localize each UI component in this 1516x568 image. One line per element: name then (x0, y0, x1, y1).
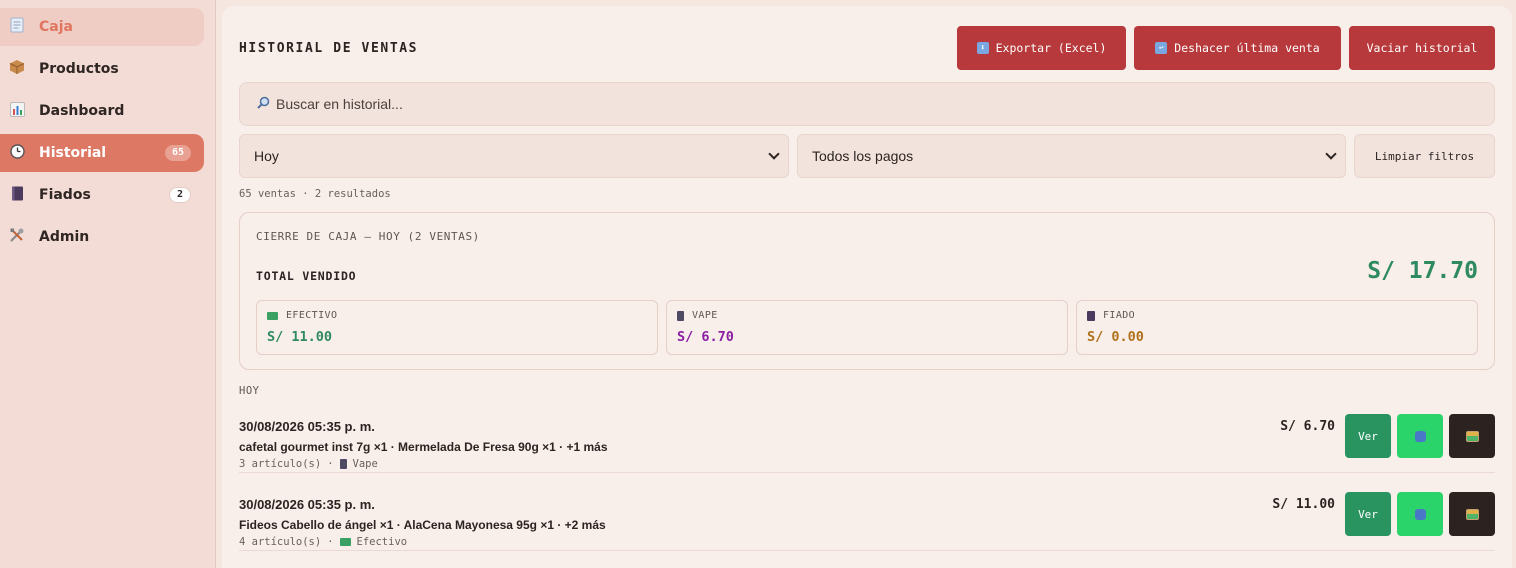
sale-row: 30/08/2026 05:35 p. m. Fideos Cabello de… (239, 489, 1495, 551)
notebook-icon (1087, 310, 1095, 321)
receipt-image-button[interactable] (1449, 414, 1495, 458)
undo-sale-button[interactable]: ↩ Deshacer última venta (1134, 26, 1341, 70)
group-label: HOY (239, 385, 260, 397)
package-icon (8, 59, 26, 79)
main-panel: HISTORIAL DE VENTAS ⬇ Exportar (Excel) ↩… (222, 6, 1512, 568)
whatsapp-share-button[interactable] (1397, 414, 1443, 458)
period-select[interactable]: Hoy (239, 134, 789, 178)
method-label: EFECTIVO (286, 310, 338, 321)
sale-datetime: 30/08/2026 05:35 p. m. (239, 497, 375, 512)
magnifier-icon (257, 96, 270, 112)
sidebar-item-dashboard[interactable]: Dashboard (0, 92, 204, 130)
image-icon (1465, 430, 1479, 442)
sidebar-item-label: Fiados (39, 187, 91, 203)
cash-icon (339, 538, 351, 546)
share-icon (1414, 508, 1426, 520)
clear-filters-button[interactable]: Limpiar filtros (1354, 134, 1495, 178)
view-sale-button[interactable]: Ver (1345, 414, 1391, 458)
method-label: FIADO (1103, 310, 1136, 321)
sale-amount: S/ 11.00 (1272, 497, 1335, 512)
clock-icon (8, 143, 26, 163)
sale-items: cafetal gourmet inst 7g ×1 · Mermelada D… (239, 440, 608, 454)
sidebar-item-label: Admin (39, 229, 90, 245)
payment-select[interactable]: Todos los pagos (797, 134, 1346, 178)
button-label: Deshacer última venta (1174, 41, 1320, 55)
sidebar-item-admin[interactable]: Admin (0, 218, 204, 256)
method-value: S/ 11.00 (267, 329, 333, 345)
chevron-down-icon (1325, 148, 1337, 160)
method-box-vape: VAPE S/ 6.70 (666, 300, 1068, 355)
share-icon (1414, 430, 1426, 442)
sale-items: Fideos Cabello de ángel ×1 · AlaCena May… (239, 518, 606, 532)
clear-history-button[interactable]: Vaciar historial (1349, 26, 1495, 70)
sidebar: Caja Productos Dashboard Historial 65 Fi… (0, 0, 216, 568)
method-value: S/ 6.70 (677, 329, 734, 345)
sale-meta: 4 artículo(s) · Efectivo (239, 536, 408, 548)
download-icon: ⬇ (976, 42, 989, 54)
method-box-efectivo: EFECTIVO S/ 11.00 (256, 300, 658, 355)
cash-closing-card: CIERRE DE CAJA — HOY (2 VENTAS) TOTAL VE… (239, 212, 1495, 370)
tools-icon (8, 227, 26, 247)
bar-chart-icon (8, 101, 26, 121)
search-bar (239, 82, 1495, 126)
method-value: S/ 0.00 (1087, 329, 1144, 345)
chevron-down-icon (768, 148, 780, 160)
sale-datetime: 30/08/2026 05:35 p. m. (239, 419, 375, 434)
undo-icon: ↩ (1155, 42, 1168, 54)
whatsapp-share-button[interactable] (1397, 492, 1443, 536)
sale-row: 30/08/2026 05:35 p. m. cafetal gourmet i… (239, 411, 1495, 473)
select-value: Todos los pagos (812, 148, 914, 164)
receipt-image-button[interactable] (1449, 492, 1495, 536)
button-label: Exportar (Excel) (995, 41, 1107, 55)
search-input[interactable] (276, 96, 1376, 112)
view-sale-button[interactable]: Ver (1345, 492, 1391, 536)
total-value: S/ 17.70 (1367, 258, 1478, 284)
cash-icon (267, 311, 278, 320)
phone-icon (677, 310, 684, 321)
sidebar-item-label: Dashboard (39, 103, 125, 119)
image-icon (1465, 508, 1479, 520)
card-heading: CIERRE DE CAJA — HOY (2 VENTAS) (256, 230, 480, 243)
sidebar-item-historial[interactable]: Historial 65 (0, 134, 204, 172)
sale-method: Efectivo (356, 536, 408, 548)
sale-method: Vape (352, 458, 378, 470)
sidebar-item-label: Productos (39, 61, 119, 77)
sidebar-item-label: Historial (39, 145, 107, 161)
total-label: TOTAL VENDIDO (256, 269, 357, 283)
count-badge: 65 (164, 145, 191, 161)
method-label: VAPE (692, 310, 718, 321)
receipt-icon (8, 17, 26, 37)
sale-count: 3 artículo(s) (239, 458, 322, 470)
method-box-fiado: FIADO S/ 0.00 (1076, 300, 1478, 355)
sale-meta: 3 artículo(s) · Vape (239, 458, 378, 470)
count-badge: 2 (168, 187, 191, 203)
button-label: Vaciar historial (1366, 41, 1478, 55)
sidebar-item-label: Caja (39, 19, 73, 35)
page-title: HISTORIAL DE VENTAS (239, 41, 419, 56)
notebook-icon (8, 186, 26, 205)
phone-icon (339, 459, 347, 469)
sale-amount: S/ 6.70 (1280, 419, 1335, 434)
sidebar-item-fiados[interactable]: Fiados 2 (0, 176, 204, 214)
sale-count: 4 artículo(s) (239, 536, 322, 548)
sidebar-item-productos[interactable]: Productos (0, 50, 204, 88)
export-excel-button[interactable]: ⬇ Exportar (Excel) (957, 26, 1126, 70)
sidebar-item-caja[interactable]: Caja (0, 8, 204, 46)
select-value: Hoy (254, 148, 279, 164)
results-summary: 65 ventas · 2 resultados (239, 188, 391, 200)
